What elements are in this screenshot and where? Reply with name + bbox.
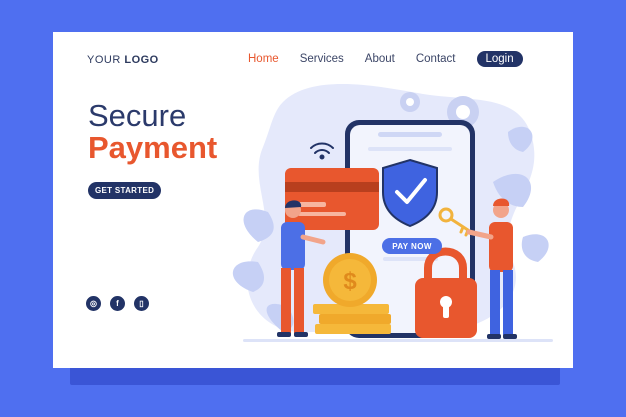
- landing-card: YOUR LOGO Home Services About Contact Lo…: [53, 32, 573, 368]
- pay-now-button[interactable]: PAY NOW: [382, 238, 442, 254]
- dollar-coin-icon: $: [323, 253, 377, 307]
- svg-text:$: $: [343, 268, 357, 295]
- ground-line: [243, 339, 553, 342]
- credit-card-icon: [285, 168, 379, 230]
- coin-stack: [313, 304, 391, 334]
- secure-payment-illustration: $: [232, 84, 553, 342]
